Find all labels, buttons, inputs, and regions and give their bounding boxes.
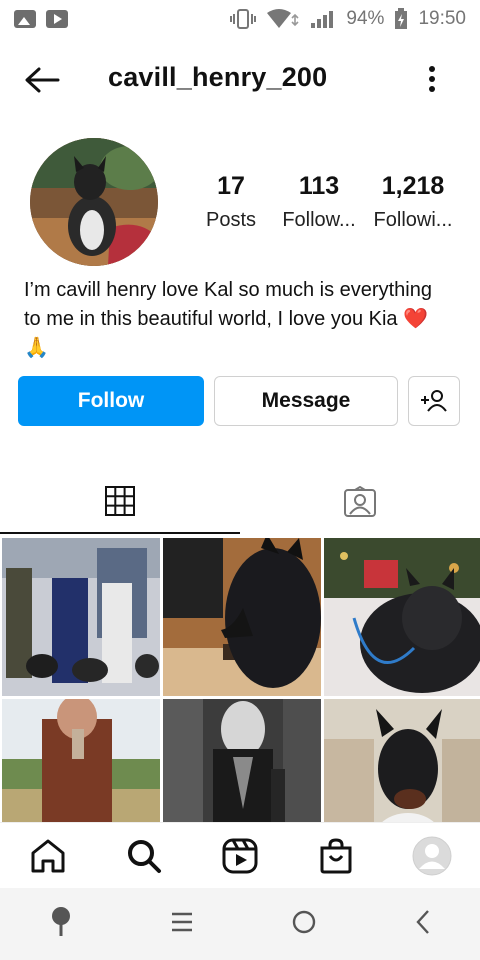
post-thumbnail[interactable]: [2, 699, 160, 822]
system-back-button[interactable]: [414, 909, 432, 940]
gallery-notification-icon: [14, 10, 36, 28]
nav-profile[interactable]: [408, 832, 456, 880]
chevron-left-icon: [415, 909, 429, 934]
shop-icon: [320, 838, 352, 874]
post-thumbnail[interactable]: [324, 699, 480, 822]
profile-header: cavill_henry_200: [0, 52, 480, 108]
tagged-icon: [344, 486, 376, 517]
post-thumbnail[interactable]: [163, 699, 321, 822]
grid-icon: [105, 486, 135, 516]
circle-home-icon: [292, 910, 315, 933]
post-thumbnail[interactable]: [2, 538, 160, 696]
bio-line: to me in this beautiful world, I love yo…: [24, 308, 428, 330]
add-user-icon: [421, 390, 447, 412]
bottom-navigation: [0, 822, 480, 889]
menu-lines-icon: [171, 912, 192, 931]
nav-reels[interactable]: [216, 832, 264, 880]
followers-count: 113: [298, 172, 340, 200]
following-label: Followi...: [373, 209, 453, 231]
stat-followers[interactable]: 113 Follow...: [272, 172, 366, 232]
post-image: [2, 699, 160, 822]
tab-posts-grid[interactable]: [0, 470, 240, 534]
dog-profile-photo: [30, 138, 158, 266]
home-button[interactable]: [291, 909, 317, 940]
profile-avatar-icon: [412, 836, 452, 876]
more-options-button[interactable]: [420, 62, 444, 98]
bio-line: 🙏: [24, 337, 49, 359]
wifi-icon: [267, 9, 299, 28]
search-icon: [128, 840, 161, 873]
nav-shop[interactable]: [312, 832, 360, 880]
message-button[interactable]: Message: [214, 376, 398, 426]
nav-home[interactable]: [24, 832, 72, 880]
assistant-button[interactable]: [49, 906, 73, 943]
profile-stats: 17 Posts 113 Follow... 1,218 Followi...: [190, 172, 470, 232]
post-thumbnail[interactable]: [163, 538, 321, 696]
recents-button[interactable]: [170, 911, 194, 938]
more-vertical-icon: [429, 66, 435, 92]
bio-line: I’m cavill henry love Kal so much is eve…: [24, 279, 432, 301]
reels-icon: [222, 838, 258, 874]
posts-count: 17: [217, 172, 245, 200]
battery-charging-icon: [395, 8, 408, 29]
posts-grid: [0, 538, 480, 822]
signal-icon: [311, 11, 334, 28]
follow-button[interactable]: Follow: [18, 376, 204, 426]
profile-username: cavill_henry_200: [108, 62, 328, 92]
stat-following[interactable]: 1,218 Followi...: [366, 172, 460, 232]
post-image: [324, 699, 480, 822]
post-image: [324, 538, 480, 696]
suggested-users-button[interactable]: [408, 376, 460, 426]
profile-tabs: [0, 470, 480, 534]
back-arrow-icon: [25, 67, 60, 93]
following-count: 1,218: [381, 172, 445, 200]
profile-avatar[interactable]: [30, 138, 158, 266]
post-image: [163, 538, 321, 696]
stat-posts[interactable]: 17 Posts: [190, 172, 272, 232]
home-icon: [31, 839, 65, 873]
tab-tagged[interactable]: [240, 470, 480, 534]
post-image: [163, 699, 321, 822]
clock: 19:50: [418, 8, 466, 29]
status-bar: 94% 19:50: [0, 0, 480, 38]
youtube-notification-icon: [46, 10, 68, 28]
system-navigation: [0, 888, 480, 960]
vibrate-icon: [230, 9, 257, 29]
battery-percent: 94%: [346, 8, 385, 29]
back-button[interactable]: [24, 66, 60, 94]
profile-bio: I’m cavill henry love Kal so much is eve…: [24, 276, 464, 363]
post-thumbnail[interactable]: [324, 538, 480, 696]
posts-label: Posts: [205, 209, 257, 231]
post-image: [2, 538, 160, 696]
followers-label: Follow...: [282, 209, 356, 231]
pin-icon: [51, 906, 70, 936]
nav-search[interactable]: [120, 832, 168, 880]
